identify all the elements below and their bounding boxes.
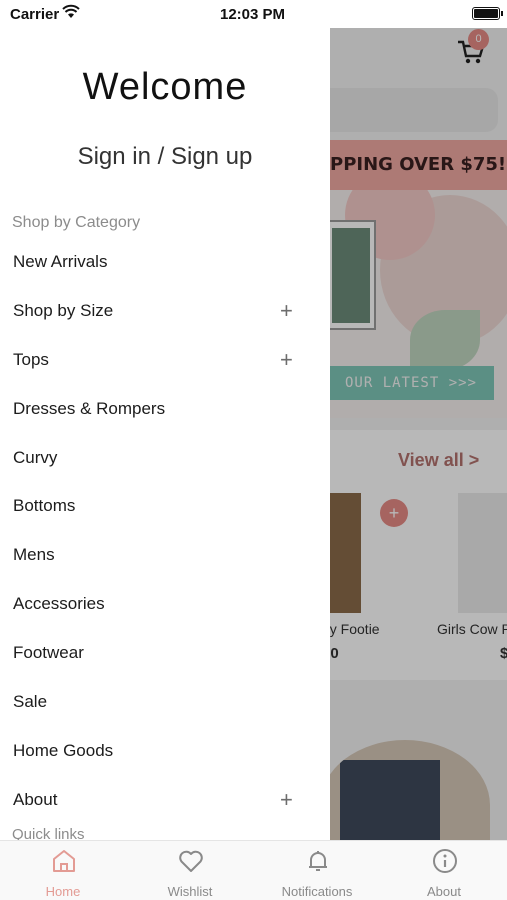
menu-item-label: Mens: [13, 545, 55, 565]
expand-plus-icon[interactable]: +: [280, 298, 293, 324]
expand-plus-icon[interactable]: +: [280, 787, 293, 813]
menu-item-label: Accessories: [13, 594, 105, 614]
menu-item-mens[interactable]: Mens: [0, 530, 330, 579]
menu-item-label: Bottoms: [13, 496, 76, 516]
bell-icon: [309, 851, 327, 871]
menu-item-label: New Arrivals: [13, 252, 108, 271]
heart-icon: [179, 850, 203, 872]
expand-plus-icon[interactable]: +: [280, 347, 293, 373]
info-icon: [433, 849, 457, 873]
menu-item-label: About: [13, 789, 58, 809]
menu-item-shop-by-size[interactable]: Shop by Size +: [0, 286, 330, 335]
menu-item-label: Dresses & Rompers: [13, 398, 166, 418]
tab-notifications[interactable]: Notifications: [254, 841, 380, 900]
menu-item-accessories[interactable]: Accessories: [0, 579, 330, 628]
tab-wishlist[interactable]: Wishlist: [127, 841, 253, 900]
menu-item-label: Tops: [13, 349, 49, 369]
shop-by-category-heading: Shop by Category: [12, 214, 141, 231]
menu-item-about[interactable]: About +: [0, 775, 330, 824]
status-bar: Carrier 12:03 PM: [0, 0, 507, 28]
menu-item-sale[interactable]: Sale: [0, 677, 330, 726]
battery-tip: [501, 11, 503, 16]
battery-icon: [472, 7, 500, 20]
menu-item-curvy[interactable]: Curvy: [0, 433, 330, 482]
menu-item-label: Curvy: [13, 447, 58, 467]
menu-item-dresses-rompers[interactable]: Dresses & Rompers: [0, 384, 330, 433]
menu-item-tops[interactable]: Tops +: [0, 335, 330, 384]
tab-label: Home: [45, 884, 81, 899]
wifi-icon: [62, 4, 80, 18]
sign-in-link[interactable]: Sign in / Sign up: [0, 143, 330, 171]
tab-label: Wishlist: [167, 884, 213, 899]
tab-about[interactable]: About: [381, 841, 507, 900]
welcome-heading: Welcome: [82, 66, 248, 108]
menu-item-bottoms[interactable]: Bottoms: [0, 481, 330, 530]
menu-item-label: Shop by Size: [13, 300, 114, 320]
menu-item-label: Sale: [13, 692, 48, 712]
home-icon: [53, 850, 75, 872]
tab-label: About: [427, 884, 461, 899]
bottom-tab-bar: Home Wishlist Notifications About: [0, 840, 507, 900]
menu-item-new-arrivals[interactable]: New Arrivals: [0, 237, 330, 286]
status-time: 12:03 PM: [220, 6, 286, 23]
carrier-label: Carrier: [10, 6, 60, 23]
side-drawer: Welcome Sign in / Sign up Shop by Catego…: [0, 0, 330, 900]
tab-label: Notifications: [281, 884, 353, 899]
menu-item-label: Home Goods: [13, 740, 114, 760]
menu-item-home-goods[interactable]: Home Goods: [0, 726, 330, 775]
menu-item-label: Footwear: [13, 643, 84, 663]
category-menu: New Arrivals Shop by Size + Tops + Dress…: [0, 237, 330, 824]
tab-home[interactable]: Home: [0, 841, 126, 900]
menu-item-footwear[interactable]: Footwear: [0, 628, 330, 677]
